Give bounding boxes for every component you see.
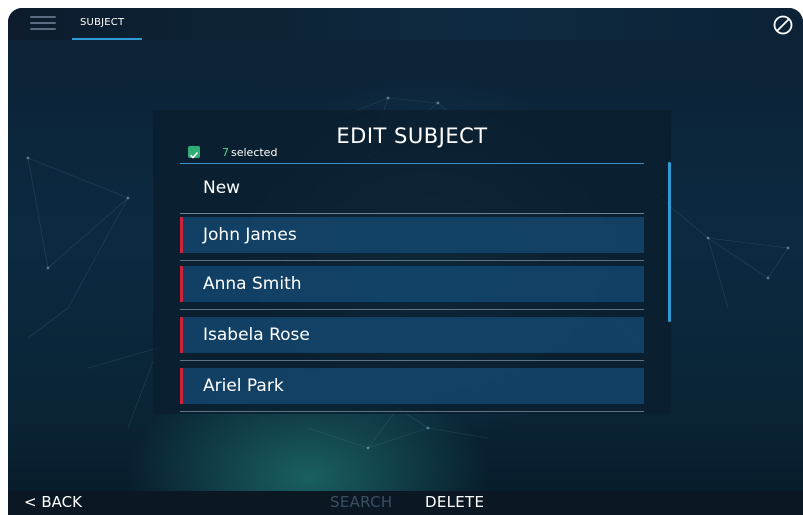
tab-subject[interactable]: SUBJECT — [72, 8, 142, 40]
selected-count-number: 7 — [222, 146, 229, 159]
search-button[interactable]: SEARCH — [330, 493, 393, 511]
back-button[interactable]: < BACK — [24, 493, 82, 511]
subject-name: John James — [203, 225, 297, 245]
row-divider — [180, 213, 644, 214]
subject-row-isabela-rose[interactable]: Isabela Rose — [180, 317, 644, 353]
selected-count-label: selected — [231, 146, 278, 159]
hamburger-menu-icon[interactable] — [30, 14, 56, 32]
subject-row-ariel-park[interactable]: Ariel Park — [180, 368, 644, 404]
subject-name: Isabela Rose — [203, 325, 310, 345]
subject-name: Anna Smith — [203, 274, 302, 294]
subject-row-anna-smith[interactable]: Anna Smith — [180, 266, 644, 302]
selected-count: 7 selected — [222, 146, 277, 159]
row-divider — [180, 360, 644, 361]
check-icon — [189, 151, 199, 159]
select-all-checkbox[interactable] — [188, 146, 200, 159]
row-divider — [180, 309, 644, 310]
new-subject-label: New — [203, 178, 241, 198]
subject-row-john-james[interactable]: John James — [180, 217, 644, 253]
new-subject-row[interactable]: New — [180, 166, 644, 214]
app-screen: SUBJECT EDIT SUBJECT 7 selected New John … — [8, 8, 803, 515]
tab-subject-label: SUBJECT — [80, 17, 125, 28]
delete-button[interactable]: DELETE — [425, 493, 484, 511]
list-scrollbar[interactable] — [668, 162, 671, 322]
row-divider — [180, 411, 644, 412]
row-divider — [180, 260, 644, 261]
subject-name: Ariel Park — [203, 376, 284, 396]
panel-title: EDIT SUBJECT — [336, 124, 488, 148]
top-bar: SUBJECT — [8, 8, 803, 40]
edit-subject-panel: EDIT SUBJECT 7 selected New John James An… — [153, 110, 671, 414]
bottom-bar: < BACK SEARCH DELETE — [8, 491, 803, 515]
header-divider — [180, 163, 644, 164]
block-icon[interactable] — [772, 14, 794, 36]
